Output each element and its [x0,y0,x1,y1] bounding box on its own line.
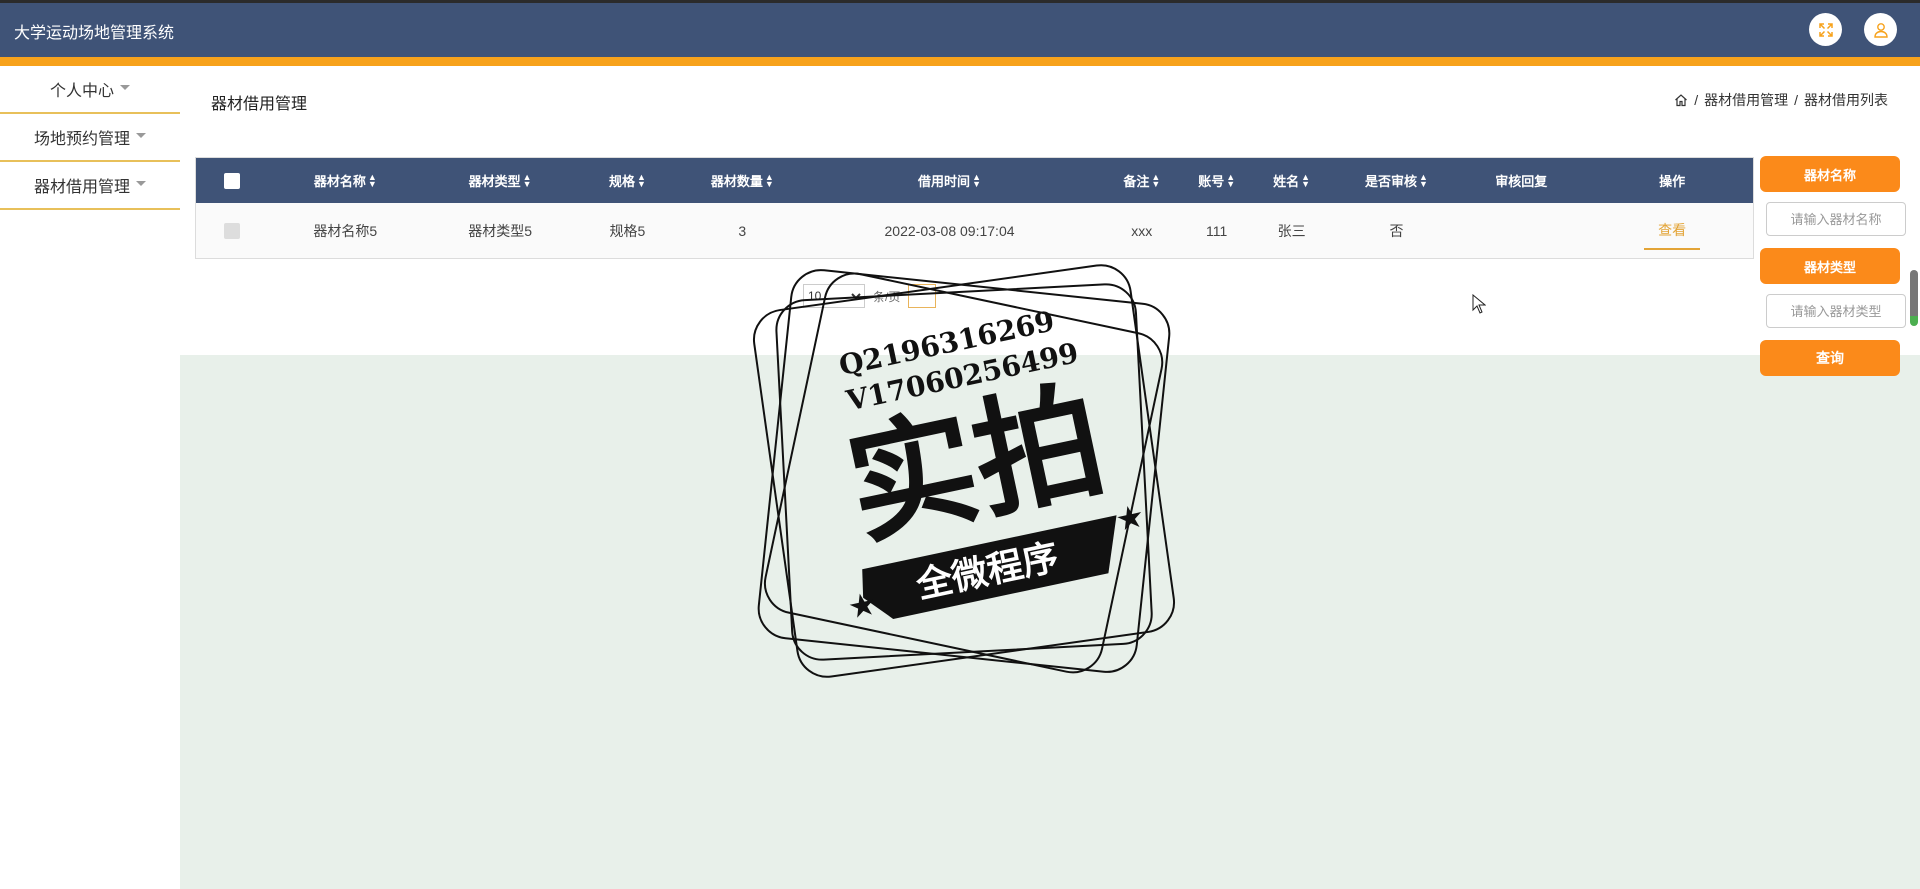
cell-reviewed: 否 [1389,222,1404,239]
row-checkbox[interactable] [223,222,240,239]
sort-icon: ▲ ▼ [367,171,377,189]
pagination: 10 条/页 [803,284,937,308]
breadcrumb-item[interactable]: 器材借用管理 [1704,90,1788,110]
equipment-type-input[interactable] [1766,294,1906,328]
column-header[interactable]: 规格 ▲ ▼ [578,158,678,203]
equipment-name-input[interactable] [1766,202,1906,236]
cell-spec: 规格5 [609,222,646,239]
user-menu-button[interactable] [1864,13,1897,46]
column-header[interactable]: 器材数量 ▲ ▼ [677,158,807,203]
breadcrumb-item: 器材借用列表 [1804,92,1888,108]
column-header[interactable]: 器材类型 ▲ ▼ [423,158,578,203]
sort-icon: ▲ ▼ [764,171,774,189]
column-header: 操作 [1659,174,1686,189]
data-table: 器材名称 ▲ ▼ 器材类型 ▲ ▼ 规格 ▲ ▼ 器材数量 ▲ ▼ 借用时间 ▲ ▼ 备注 ▲ ▼ 账号… [195,157,1754,259]
cell-remark: xxx [1131,222,1153,239]
column-header[interactable]: 借用时间 ▲ ▼ [807,158,1092,203]
sort-icon: ▲ ▼ [1419,171,1428,189]
app-title: 大学运动场地管理系统 [14,25,175,42]
home-icon[interactable] [1674,93,1688,107]
top-header: 大学运动场地管理系统 [0,0,1920,57]
page-size-label: 条/页 [873,289,901,304]
caret-down-icon [136,133,146,138]
caret-down-icon [136,181,146,186]
cell-type: 器材类型5 [468,222,532,239]
column-header: 审核回复 [1495,174,1548,189]
page-size-select[interactable]: 10 [803,284,865,308]
mouse-cursor-icon [1472,294,1486,314]
equipment-type-label: 器材类型 [1760,248,1900,284]
breadcrumb: / 器材借用管理 / 器材借用列表 [1674,90,1888,110]
sort-icon: ▲ ▼ [1226,171,1236,189]
cell-borrow-time: 2022-03-08 09:17:04 [884,222,1015,239]
row-select-cell [196,203,268,258]
equipment-name-label: 器材名称 [1760,156,1900,192]
cell-quantity: 3 [738,222,747,239]
column-header[interactable]: 姓名 ▲ ▼ [1242,158,1342,203]
select-all-checkbox[interactable] [223,172,240,189]
table-header: 器材名称 ▲ ▼ 器材类型 ▲ ▼ 规格 ▲ ▼ 器材数量 ▲ ▼ 借用时间 ▲ ▼ 备注 ▲ ▼ 账号… [196,158,1753,203]
content-background-panel [180,355,1920,889]
page-jump-button[interactable] [908,284,937,308]
breadcrumb-separator: / [1694,92,1699,108]
sort-icon: ▲ ▼ [972,171,981,189]
header-top-edge [0,0,1920,3]
search-panel: 器材名称 器材类型 查询 [1760,156,1906,376]
fullscreen-button[interactable] [1809,13,1842,46]
sidebar-item-venue-booking[interactable]: 场地预约管理 [0,114,180,162]
header-accent-bar [0,57,1920,66]
cell-actions: 查看 [1591,203,1753,258]
sidebar-item-personal-center[interactable]: 个人中心 [0,66,180,114]
cell-person-name: 张三 [1277,222,1306,239]
cell-name: 器材名称5 [313,222,378,239]
column-header[interactable]: 备注 ▲ ▼ [1092,158,1192,203]
sidebar: 个人中心 场地预约管理 器材借用管理 [0,66,180,210]
fullscreen-icon [1818,22,1833,37]
sort-icon: ▲ ▼ [636,171,646,189]
table-row: 器材名称5 器材类型5 规格5 3 2022-03-08 09:17:04 xx… [196,203,1753,258]
sidebar-item-label: 器材借用管理 [33,179,130,196]
caret-down-icon [120,85,130,90]
cell-review-reply [1451,203,1591,258]
page-title: 器材借用管理 [211,96,308,113]
sort-icon: ▲ ▼ [1301,171,1311,189]
query-button[interactable]: 查询 [1760,340,1900,376]
cell-account: 111 [1206,222,1228,239]
column-header[interactable]: 是否审核 ▲ ▼ [1342,158,1452,203]
user-icon [1873,22,1888,38]
scrollbar-thumb[interactable] [1910,270,1918,326]
sidebar-item-label: 个人中心 [49,83,114,100]
sidebar-item-label: 场地预约管理 [33,131,130,148]
sort-icon: ▲ ▼ [522,171,532,189]
sort-icon: ▲ ▼ [1151,171,1161,189]
sidebar-item-equipment-borrow[interactable]: 器材借用管理 [0,162,180,210]
column-header[interactable]: 账号 ▲ ▼ [1192,158,1242,203]
breadcrumb-separator: / [1794,92,1798,108]
view-button[interactable]: 查看 [1644,212,1701,250]
column-header[interactable]: 器材名称 ▲ ▼ [268,158,423,203]
select-all-cell [196,158,268,203]
